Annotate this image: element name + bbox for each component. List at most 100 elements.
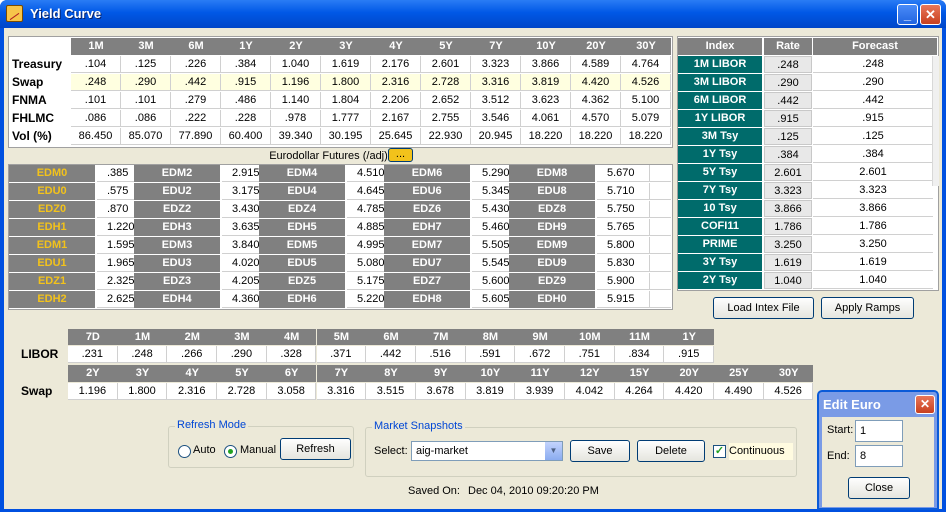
libor-cell[interactable]: .915: [664, 346, 715, 363]
rate-cell[interactable]: 3.623: [521, 92, 571, 109]
rate-cell[interactable]: .104: [71, 56, 121, 73]
index-rate[interactable]: 1.786: [764, 218, 812, 235]
start-field[interactable]: 1: [855, 420, 903, 442]
rate-cell[interactable]: 1.777: [321, 110, 371, 127]
rate-cell[interactable]: 22.930: [421, 128, 471, 145]
chevron-down-icon[interactable]: ▼: [545, 442, 562, 460]
swap-cell[interactable]: 3.058: [266, 383, 317, 400]
rate-cell[interactable]: 25.645: [371, 128, 421, 145]
index-forecast[interactable]: 3.323: [813, 182, 933, 199]
rate-cell[interactable]: .086: [71, 110, 121, 127]
rate-cell[interactable]: 2.316: [371, 74, 421, 91]
rate-cell[interactable]: 1.619: [321, 56, 371, 73]
rate-cell[interactable]: 2.652: [421, 92, 471, 109]
rate-cell[interactable]: 1.800: [321, 74, 371, 91]
rate-cell[interactable]: 4.061: [521, 110, 571, 127]
end-field[interactable]: 8: [855, 445, 903, 467]
swap-cell[interactable]: 3.316: [316, 383, 367, 400]
rate-cell[interactable]: 30.195: [321, 128, 371, 145]
continuous-checkbox[interactable]: ✓: [713, 445, 726, 458]
index-rate[interactable]: 3.323: [764, 182, 812, 199]
index-rate[interactable]: .248: [764, 56, 812, 73]
index-scrollbar[interactable]: [932, 56, 939, 186]
rate-cell[interactable]: 18.220: [521, 128, 571, 145]
rate-cell[interactable]: 3.512: [471, 92, 521, 109]
rate-cell[interactable]: 4.362: [571, 92, 621, 109]
index-forecast[interactable]: 1.786: [813, 218, 933, 235]
index-rate[interactable]: .290: [764, 74, 812, 91]
swap-cell[interactable]: 2.728: [217, 383, 267, 400]
apply-ramps-button[interactable]: Apply Ramps: [821, 297, 914, 319]
manual-radio[interactable]: [224, 445, 237, 458]
rate-cell[interactable]: 60.400: [221, 128, 271, 145]
swap-cell[interactable]: 3.515: [366, 383, 416, 400]
libor-cell[interactable]: .672: [515, 346, 565, 363]
rate-cell[interactable]: 4.764: [621, 56, 671, 73]
rate-cell[interactable]: .290: [121, 74, 171, 91]
index-rate[interactable]: 1.040: [764, 272, 812, 289]
refresh-button[interactable]: Refresh: [280, 438, 351, 460]
rate-cell[interactable]: 1.140: [271, 92, 321, 109]
edit-euro-close-icon[interactable]: ✕: [915, 395, 935, 414]
eurodollar-adjust-button[interactable]: ...: [388, 148, 413, 162]
euro-price-cell[interactable]: 5.900: [597, 273, 649, 290]
rate-cell[interactable]: .228: [221, 110, 271, 127]
swap-cell[interactable]: 2.316: [167, 383, 218, 400]
libor-cell[interactable]: .834: [614, 346, 665, 363]
libor-cell[interactable]: .231: [68, 346, 118, 363]
rate-cell[interactable]: 2.167: [371, 110, 421, 127]
snapshot-select[interactable]: aig-market ▼: [411, 441, 563, 461]
rate-cell[interactable]: 2.176: [371, 56, 421, 73]
index-forecast[interactable]: .915: [813, 110, 933, 127]
load-intex-button[interactable]: Load Intex File: [713, 297, 814, 319]
euro-price-cell[interactable]: 5.670: [597, 165, 649, 182]
index-rate[interactable]: 2.601: [764, 164, 812, 181]
rate-cell[interactable]: 5.079: [621, 110, 671, 127]
rate-cell[interactable]: .384: [221, 56, 271, 73]
index-rate[interactable]: 3.250: [764, 236, 812, 253]
index-forecast[interactable]: 2.601: [813, 164, 933, 181]
index-forecast[interactable]: .442: [813, 92, 933, 109]
swap-cell[interactable]: 4.042: [565, 383, 615, 400]
euro-price-cell[interactable]: 5.710: [597, 183, 649, 200]
libor-cell[interactable]: .442: [366, 346, 416, 363]
rate-cell[interactable]: 3.323: [471, 56, 521, 73]
rate-cell[interactable]: .101: [121, 92, 171, 109]
rate-cell[interactable]: 85.070: [121, 128, 171, 145]
index-rate[interactable]: .915: [764, 110, 812, 127]
index-forecast[interactable]: .384: [813, 146, 933, 163]
swap-cell[interactable]: 3.939: [515, 383, 565, 400]
swap-cell[interactable]: 3.819: [465, 383, 516, 400]
index-forecast[interactable]: .248: [813, 56, 933, 73]
rate-cell[interactable]: 4.526: [621, 74, 671, 91]
libor-cell[interactable]: .751: [565, 346, 615, 363]
euro-price-cell[interactable]: 5.750: [597, 201, 649, 218]
save-button[interactable]: Save: [570, 440, 630, 462]
libor-cell[interactable]: .328: [266, 346, 317, 363]
swap-cell[interactable]: 4.490: [714, 383, 764, 400]
libor-cell[interactable]: .266: [167, 346, 218, 363]
swap-cell[interactable]: 4.264: [614, 383, 665, 400]
swap-cell[interactable]: 4.526: [763, 383, 814, 400]
rate-cell[interactable]: 1.040: [271, 56, 321, 73]
minimize-button[interactable]: _: [897, 4, 918, 25]
delete-button[interactable]: Delete: [637, 440, 705, 462]
index-rate[interactable]: .125: [764, 128, 812, 145]
libor-cell[interactable]: .591: [465, 346, 516, 363]
rate-cell[interactable]: 2.601: [421, 56, 471, 73]
rate-cell[interactable]: .978: [271, 110, 321, 127]
rate-cell[interactable]: .486: [221, 92, 271, 109]
rate-cell[interactable]: .125: [121, 56, 171, 73]
auto-radio[interactable]: [178, 445, 191, 458]
index-rate[interactable]: .442: [764, 92, 812, 109]
index-forecast[interactable]: .125: [813, 128, 933, 145]
index-forecast[interactable]: .290: [813, 74, 933, 91]
rate-cell[interactable]: .222: [171, 110, 221, 127]
rate-cell[interactable]: .248: [71, 74, 121, 91]
rate-cell[interactable]: 77.890: [171, 128, 221, 145]
rate-cell[interactable]: 3.546: [471, 110, 521, 127]
index-rate[interactable]: 3.866: [764, 200, 812, 217]
index-forecast[interactable]: 1.040: [813, 272, 933, 289]
rate-cell[interactable]: 5.100: [621, 92, 671, 109]
libor-cell[interactable]: .290: [217, 346, 267, 363]
